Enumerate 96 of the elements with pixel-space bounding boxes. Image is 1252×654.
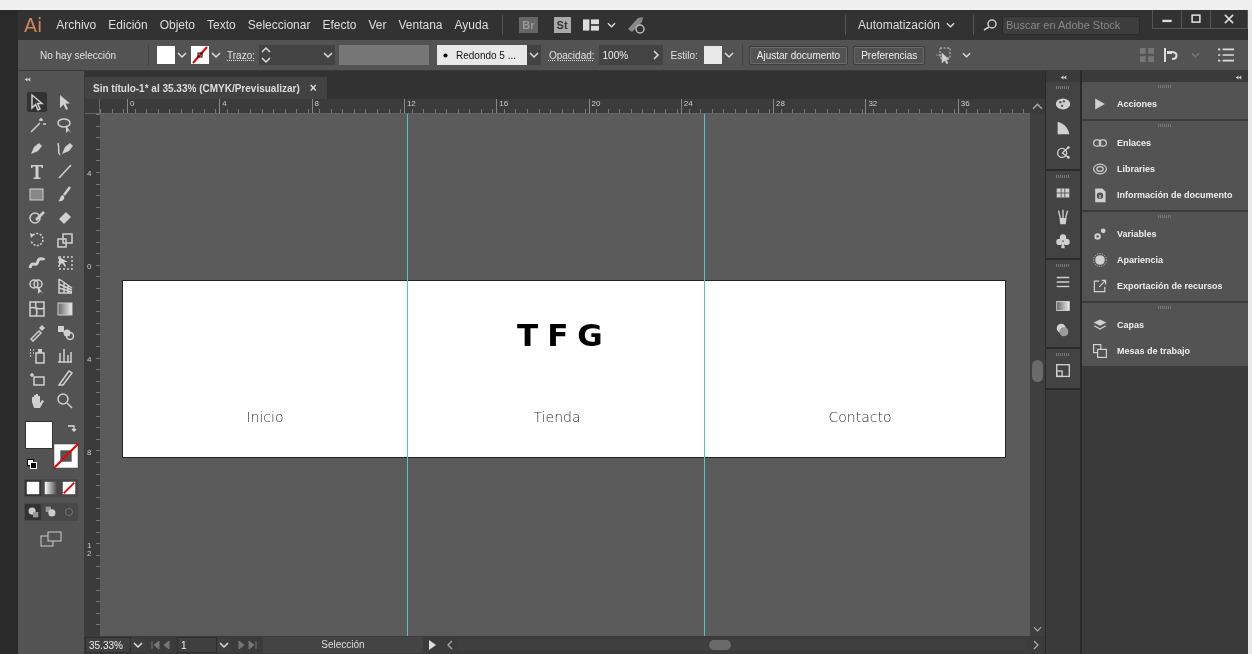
menu-item[interactable]: Efecto bbox=[316, 18, 363, 32]
panel-item[interactable]: Libraries bbox=[1082, 158, 1248, 179]
ruler-label: 32 bbox=[865, 99, 878, 113]
horizontal-scrollbar[interactable] bbox=[459, 639, 1027, 651]
stroke-color-swatch[interactable] bbox=[53, 443, 79, 469]
ruler-label: 0 bbox=[87, 263, 93, 271]
scrollbar-thumb[interactable] bbox=[709, 640, 731, 650]
document-tab[interactable]: Sin título-1* al 35.33% (CMYK/Previsualizar) × bbox=[85, 77, 327, 99]
scrollbar-thumb[interactable] bbox=[1032, 360, 1043, 382]
close-tab-button[interactable]: × bbox=[309, 81, 317, 95]
gradient-tool-icon[interactable] bbox=[55, 299, 75, 319]
ruler-label: 8 bbox=[87, 449, 93, 457]
menu-item[interactable]: Objeto bbox=[153, 18, 201, 32]
color-mode-button[interactable] bbox=[25, 480, 41, 496]
ruler-label: 0 bbox=[127, 99, 135, 113]
ruler-label: 28 bbox=[773, 99, 785, 113]
export-icon bbox=[1092, 277, 1108, 294]
panel-item[interactable]: Mesas de trabajo bbox=[1082, 340, 1248, 361]
ruler-label: 36 bbox=[957, 99, 970, 113]
scale-icon[interactable] bbox=[55, 230, 75, 250]
search-icon[interactable] bbox=[982, 19, 998, 31]
stock-button[interactable]: St bbox=[553, 17, 571, 33]
layout-icon[interactable] bbox=[582, 18, 599, 32]
appearance-icon bbox=[1092, 251, 1108, 268]
ruler-label: 12 bbox=[403, 99, 416, 113]
screen-mode-icon[interactable] bbox=[40, 531, 62, 547]
gradient-mode-button[interactable] bbox=[43, 480, 59, 496]
ruler-label: 4 bbox=[219, 99, 227, 113]
perspective-grid-icon[interactable] bbox=[55, 276, 75, 296]
opacity-field[interactable]: 100% bbox=[598, 45, 649, 65]
default-colors-icon[interactable] bbox=[27, 459, 37, 469]
slice-icon[interactable] bbox=[55, 368, 75, 388]
ruler-label: 24 bbox=[680, 99, 693, 113]
zoom-icon[interactable] bbox=[55, 391, 75, 411]
panel-item[interactable]: Variables bbox=[1082, 223, 1248, 244]
document-info-icon bbox=[1092, 186, 1108, 203]
collapse-icon[interactable] bbox=[24, 77, 31, 82]
toolbar-button[interactable]: Preferencias bbox=[853, 45, 926, 65]
gears-icon bbox=[1092, 225, 1108, 242]
selection-icon[interactable] bbox=[27, 92, 47, 112]
menu-item[interactable]: Seleccionar bbox=[241, 18, 317, 32]
vertical-scrollbar[interactable] bbox=[1030, 114, 1045, 636]
menu-item[interactable]: Ayuda bbox=[448, 18, 495, 32]
caret-icon[interactable] bbox=[217, 638, 231, 652]
stock-search-field[interactable]: Buscar en Adobe Stock bbox=[1002, 15, 1140, 35]
stepper-icon[interactable] bbox=[258, 45, 273, 65]
club-icon[interactable] bbox=[1054, 232, 1072, 250]
node-graph-icon[interactable] bbox=[1054, 143, 1072, 161]
ruler-label: 12 bbox=[87, 542, 93, 558]
mesh-icon[interactable] bbox=[27, 299, 47, 319]
play-icon[interactable] bbox=[427, 639, 437, 651]
menu-item[interactable]: Archivo bbox=[50, 18, 103, 32]
menu-item[interactable]: Ver bbox=[362, 18, 393, 32]
panel-item[interactable]: Información de documento bbox=[1082, 184, 1248, 205]
menu-item[interactable]: Ventana bbox=[392, 18, 449, 32]
ruler-label: 4 bbox=[87, 356, 93, 364]
stroke-label[interactable]: Trazo: bbox=[227, 49, 255, 61]
menu-icon[interactable] bbox=[1218, 48, 1234, 62]
ruler-label: 16 bbox=[496, 99, 509, 113]
menu-item[interactable]: Texto bbox=[201, 18, 242, 32]
draw-normal-button[interactable] bbox=[25, 504, 41, 520]
toolbar-button[interactable]: Ajustar documento bbox=[748, 45, 849, 65]
swap-icon[interactable] bbox=[67, 423, 77, 433]
panel-item[interactable]: Exportación de recursos bbox=[1082, 275, 1248, 296]
logo-text: TFG bbox=[517, 317, 612, 353]
no-color-button[interactable] bbox=[61, 480, 77, 496]
artboards-icon bbox=[1092, 342, 1108, 359]
fill-swatch[interactable] bbox=[157, 46, 175, 64]
export-frame-icon[interactable] bbox=[1054, 362, 1072, 380]
caret-icon[interactable] bbox=[131, 638, 145, 652]
panel-item[interactable]: Apariencia bbox=[1082, 249, 1248, 270]
style-swatch[interactable] bbox=[703, 46, 722, 64]
style-label: Estilo: bbox=[670, 49, 698, 61]
stroke-swatch[interactable] bbox=[191, 46, 209, 64]
ruler-label: 20 bbox=[588, 99, 601, 113]
artboard-field[interactable]: 1 bbox=[177, 637, 217, 653]
panel-item[interactable]: Capas bbox=[1082, 314, 1248, 335]
selection-status: No hay selección bbox=[40, 49, 118, 61]
tab-title: Sin título-1* al 35.33% (CMYK/Previsualizar) bbox=[93, 82, 300, 94]
eyedropper-icon[interactable] bbox=[27, 322, 47, 342]
opacity-label[interactable]: Opacidad: bbox=[548, 49, 595, 61]
ruler-label: 8 bbox=[311, 99, 320, 113]
collapse-icon[interactable] bbox=[1059, 75, 1067, 80]
workspace-dropdown[interactable]: Automatización bbox=[853, 18, 965, 32]
zoom-field[interactable]: 35.33% bbox=[85, 637, 131, 653]
fill-color-swatch[interactable] bbox=[25, 421, 53, 449]
rocket-icon[interactable] bbox=[625, 15, 646, 35]
menu-item[interactable]: Edición bbox=[102, 18, 154, 32]
free-transform-icon[interactable] bbox=[55, 253, 75, 273]
panel-item[interactable]: Enlaces bbox=[1082, 132, 1248, 153]
collapse-icon[interactable] bbox=[1235, 75, 1242, 80]
current-tool-label[interactable]: Selección bbox=[263, 637, 423, 653]
app-logo: Ai bbox=[24, 14, 43, 36]
ruler-label: 4 bbox=[87, 170, 93, 178]
brush-dropdown[interactable]: Redondo 5 ... bbox=[436, 45, 527, 65]
bullet-icon bbox=[442, 52, 448, 58]
